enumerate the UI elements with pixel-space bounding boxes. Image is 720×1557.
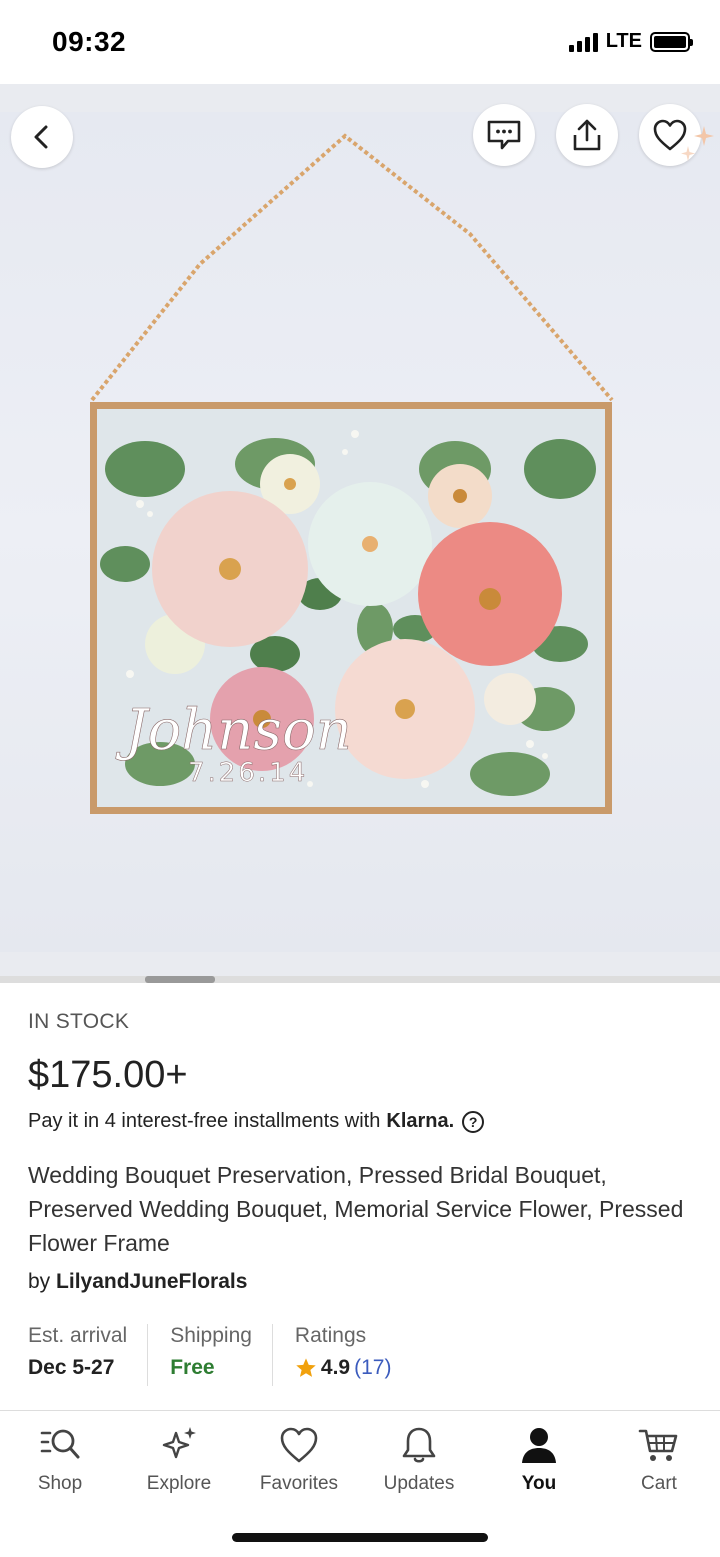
network-type: LTE xyxy=(605,30,642,52)
rating-count[interactable]: (17) xyxy=(354,1356,391,1380)
klarna-text: Pay it in 4 interest-free installments w… xyxy=(28,1110,381,1132)
status-time: 09:32 xyxy=(52,26,127,57)
ratings-info[interactable]: Ratings 4.9 (17) xyxy=(295,1324,412,1386)
tab-explore-label: Explore xyxy=(146,1473,212,1494)
image-date-text: 7.26.14 xyxy=(188,758,308,788)
ratings-label: Ratings xyxy=(294,1324,367,1347)
tab-you[interactable]: You xyxy=(479,1425,599,1495)
seller-name[interactable]: LilyandJuneFlorals xyxy=(56,1270,247,1293)
arrival-label: Est. arrival xyxy=(28,1324,128,1347)
star-icon xyxy=(296,1358,316,1377)
tab-shop-label: Shop xyxy=(37,1473,83,1494)
tab-explore[interactable]: Explore xyxy=(119,1425,239,1495)
chevron-left-icon xyxy=(34,125,48,149)
arrival-value: Dec 5-27 xyxy=(28,1356,115,1379)
price: $175.00+ xyxy=(28,1054,188,1096)
tab-favorites-label: Favorites xyxy=(259,1473,339,1494)
seller-link[interactable]: by LilyandJuneFlorals xyxy=(28,1270,247,1294)
rating-value: 4.9 xyxy=(320,1356,351,1379)
heart-icon xyxy=(280,1427,318,1463)
seller-prefix: by xyxy=(28,1270,51,1293)
share-button[interactable] xyxy=(556,104,618,166)
help-icon[interactable]: ? xyxy=(462,1110,485,1133)
cart-icon xyxy=(638,1429,678,1461)
signal-icon xyxy=(568,32,598,52)
home-indicator[interactable] xyxy=(232,1533,488,1542)
rating-summary[interactable]: 4.9 (17) xyxy=(295,1356,391,1380)
back-button[interactable] xyxy=(11,106,73,168)
product-info: IN STOCK $175.00+ Pay it in 4 interest-f… xyxy=(28,1010,692,1293)
sparkle-icon xyxy=(162,1427,196,1459)
shop-search-icon xyxy=(40,1429,80,1459)
tab-you-label: You xyxy=(521,1473,557,1494)
person-icon xyxy=(522,1428,556,1463)
product-image[interactable]: Johnson 7.26.14 xyxy=(0,84,720,980)
status-bar: 09:32 LTE xyxy=(0,0,720,84)
share-icon xyxy=(573,119,601,151)
bell-icon xyxy=(402,1427,436,1463)
tab-cart[interactable]: Cart xyxy=(599,1425,719,1495)
shipping-label: Shipping xyxy=(170,1324,252,1347)
tab-shop[interactable]: Shop xyxy=(0,1425,120,1495)
tab-cart-label: Cart xyxy=(641,1473,677,1494)
tab-updates[interactable]: Updates xyxy=(359,1425,479,1495)
image-name-text: Johnson xyxy=(115,698,352,763)
klarna-info[interactable]: Pay it in 4 interest-free installments w… xyxy=(28,1110,485,1133)
product-meta: Est. arrival Dec 5-27 Shipping Free Rati… xyxy=(28,1324,433,1392)
tab-updates-label: Updates xyxy=(383,1473,455,1494)
battery-icon xyxy=(650,31,693,52)
shipping-info: Shipping Free xyxy=(170,1324,273,1386)
chat-icon xyxy=(487,120,521,150)
sparkle-icon xyxy=(681,126,714,161)
product-title: Wedding Bouquet Preservation, Pressed Br… xyxy=(28,1162,684,1256)
image-carousel-track xyxy=(0,976,720,983)
arrival-info: Est. arrival Dec 5-27 xyxy=(28,1324,149,1386)
tab-favorites[interactable]: Favorites xyxy=(239,1425,359,1495)
stock-status: IN STOCK xyxy=(28,1010,130,1033)
message-seller-button[interactable] xyxy=(473,104,535,166)
shipping-value: Free xyxy=(170,1356,215,1379)
klarna-logo: Klarna. xyxy=(386,1110,455,1132)
status-indicators: LTE xyxy=(568,30,693,53)
image-carousel-indicator[interactable] xyxy=(145,976,215,983)
pressed-flower-frame-illustration: Johnson 7.26.14 xyxy=(90,133,614,814)
